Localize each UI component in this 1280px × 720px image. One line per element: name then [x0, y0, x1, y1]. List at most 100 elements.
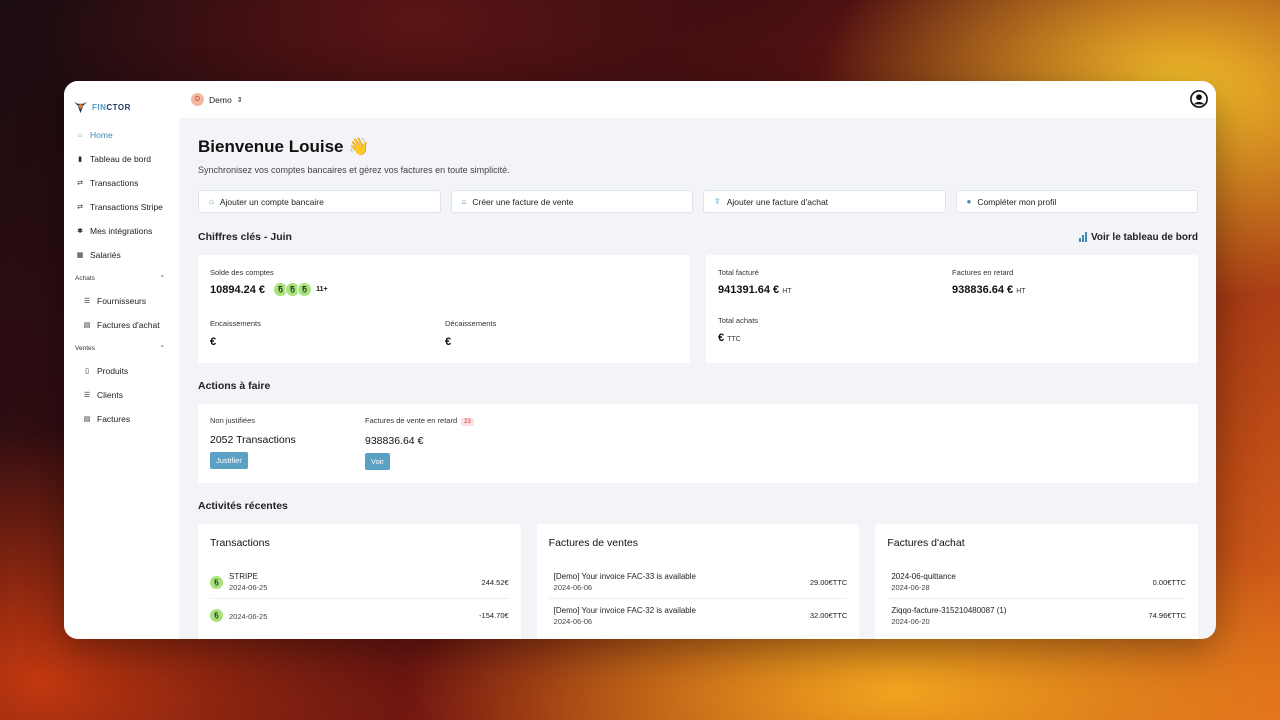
item-amount: 32.00€TTC: [809, 611, 848, 620]
list-icon: ☰: [83, 298, 91, 305]
view-button[interactable]: Voir: [365, 453, 390, 470]
sidebar-item-factures-achat[interactable]: ▤ Factures d'achat: [64, 313, 179, 337]
recent-purchases-list: 2024-06-quittance 2024-06-28 0.00€TTC Zi…: [887, 566, 1187, 632]
list-item[interactable]: 2024-06-quittance 2024-06-28 0.00€TTC: [887, 566, 1187, 599]
add-bank-account-button[interactable]: ⌂ Ajouter un compte bancaire: [198, 190, 441, 213]
item-name: 2024-06-quittance: [891, 572, 956, 581]
list-item-text: [Demo] Your invoice FAC-32 is available …: [549, 606, 696, 626]
sidebar-item-label: Clients: [97, 390, 123, 400]
logo[interactable]: FINCTOR: [64, 81, 179, 121]
actions-title: Actions à faire: [198, 380, 271, 392]
list-item[interactable]: [Demo] Your invoice FAC-32 is available …: [549, 599, 848, 632]
section-label: Achats: [75, 274, 95, 282]
list-item-text: Ziqqo-facture-315210480087 (1) 2024-06-2…: [887, 606, 1006, 626]
document-icon: ▤: [83, 322, 91, 329]
item-name: [Demo] Your invoice FAC-32 is available: [553, 605, 696, 615]
sidebar-item-salaries[interactable]: ▦ Salariés: [64, 243, 179, 267]
list-item[interactable]: Ҕ STRIPE 2024-06-25 244.52€: [210, 566, 509, 599]
recent-header: Activités récentes: [198, 499, 1198, 513]
section-label: Ventes: [75, 344, 95, 352]
bank-badges[interactable]: Ҕ Ҕ Ҕ 11+: [273, 282, 330, 297]
sidebar-item-transactions[interactable]: ⇄ Transactions: [64, 171, 179, 195]
sidebar-item-label: Factures d'achat: [97, 320, 160, 330]
quick-actions: ⌂ Ajouter un compte bancaire ⌂ Créer une…: [198, 190, 1198, 213]
list-item-text: [Demo] Your invoice FAC-33 is available …: [549, 572, 696, 592]
org-switcher[interactable]: D Demo ⇕: [191, 93, 243, 106]
total-invoiced-unit: HT: [782, 288, 792, 295]
actions-header: Actions à faire: [198, 379, 1198, 393]
late-count-badge: 23: [461, 418, 474, 426]
chevron-updown-icon: ⇕: [236, 96, 243, 104]
complete-profile-button[interactable]: ● Compléter mon profil: [955, 190, 1198, 213]
sidebar-item-transactions-stripe[interactable]: ⇄ Transactions Stripe: [64, 195, 179, 219]
list-item-text: 2024-06-25: [229, 610, 267, 621]
home-icon: ⌂: [77, 131, 83, 139]
user-icon: ●: [966, 197, 972, 206]
item-amount: 244.52€: [481, 577, 509, 587]
decaissements-label: Décaissements: [445, 319, 497, 328]
sidebar-item-home[interactable]: ⌂ Home: [64, 123, 179, 147]
actions-card: Non justifiées 2052 Transactions Justifi…: [198, 404, 1198, 483]
late-invoices-label: Factures en retard: [952, 268, 1014, 277]
create-sales-invoice-button[interactable]: ⌂ Créer une facture de vente: [450, 190, 693, 213]
balance-value: 10894.24 €: [210, 283, 266, 296]
topbar: D Demo ⇕: [179, 81, 1216, 118]
item-name: STRIPE: [229, 572, 258, 581]
page-title: Bienvenue Louise 👋: [198, 137, 370, 156]
late-invoices-value-row: 938836.64 € HT: [952, 284, 1026, 296]
transactions-icon: ⇄: [77, 180, 83, 187]
user-account-icon[interactable]: [1190, 90, 1208, 108]
sidebar: FINCTOR ⌂ Home ▮ Tableau de bord ⇄ Trans…: [64, 81, 179, 639]
sidebar-item-label: Salariés: [90, 250, 121, 260]
sidebar-item-factures[interactable]: ▤ Factures: [64, 407, 179, 431]
kpi-row: Solde des comptes 10894.24 € Ҕ Ҕ Ҕ 11+ E…: [198, 255, 1198, 363]
sidebar-item-label: Produits: [97, 366, 129, 376]
list-item[interactable]: Ҕ 2024-06-25 -154.70€: [210, 599, 509, 632]
kpi-title: Chiffres clés - Juin: [198, 231, 292, 243]
total-purchases-value: €: [718, 332, 725, 344]
invoices-card: Total facturé 941391.64 € HT Factures en…: [706, 255, 1198, 363]
total-invoiced-value-row: 941391.64 € HT: [718, 284, 792, 296]
add-purchase-invoice-button[interactable]: ⇪ Ajouter une facture d'achat: [703, 190, 946, 213]
sidebar-item-fournisseurs[interactable]: ☰ Fournisseurs: [64, 289, 179, 313]
org-name: Demo: [209, 94, 232, 105]
item-date: 2024-06-06: [553, 583, 593, 592]
encaissements-value: €: [210, 336, 217, 348]
late-sales-value: 938836.64 €: [365, 435, 424, 447]
bank-more-count: 11+: [314, 284, 330, 295]
recent-activity-row: Transactions Ҕ STRIPE 2024-06-25 244.52€: [198, 524, 1198, 639]
sidebar-section-achats[interactable]: Achats ⌃: [64, 267, 179, 289]
document-icon: ▤: [83, 416, 91, 423]
bank-icon: ⌂: [209, 197, 214, 206]
recent-purchases-title: Factures d'achat: [887, 537, 965, 549]
item-amount: -154.70€: [479, 611, 509, 620]
total-purchases-value-row: € TTC: [718, 332, 758, 344]
recent-sales-invoices-card: Factures de ventes [Demo] Your invoice F…: [536, 524, 860, 639]
list-item[interactable]: [Demo] Your invoice FAC-33 is available …: [548, 566, 848, 599]
item-amount: 74.96€TTC: [1148, 611, 1187, 620]
sidebar-item-clients[interactable]: ☰ Clients: [64, 383, 179, 407]
list-item-left: Ҕ STRIPE 2024-06-25: [210, 572, 267, 592]
kpi-header: Chiffres clés - Juin Voir le tableau de …: [198, 230, 1198, 244]
justify-button[interactable]: Justifier: [210, 452, 248, 469]
sidebar-item-label: Mes intégrations: [90, 226, 153, 236]
bank-icon: ⌂: [461, 197, 467, 206]
sidebar-item-dashboard[interactable]: ▮ Tableau de bord: [64, 147, 179, 171]
view-dashboard-label: Voir le tableau de bord: [1090, 231, 1198, 243]
page-subtitle: Synchronisez vos comptes bancaires et gé…: [198, 165, 510, 175]
list-item[interactable]: Ziqqo-facture-315210480087 (1) 2024-06-2…: [887, 599, 1186, 632]
item-name: [Demo] Your invoice FAC-33 is available: [553, 572, 696, 581]
sidebar-item-produits[interactable]: ▯ Produits: [64, 359, 179, 383]
sidebar-item-integrations[interactable]: ✱ Mes intégrations: [64, 219, 179, 243]
recent-sales-list: [Demo] Your invoice FAC-33 is available …: [548, 566, 848, 632]
recent-transactions-card: Transactions Ҕ STRIPE 2024-06-25 244.52€: [198, 524, 521, 639]
app-window: FINCTOR ⌂ Home ▮ Tableau de bord ⇄ Trans…: [64, 81, 1216, 639]
transactions-icon: ⇄: [77, 204, 83, 211]
chevron-up-icon: ⌃: [159, 275, 165, 282]
unjustified-label: Non justifiées: [210, 416, 256, 425]
view-dashboard-link[interactable]: Voir le tableau de bord: [1078, 231, 1198, 243]
sidebar-item-label: Fournisseurs: [97, 296, 147, 306]
total-invoiced-label: Total facturé: [718, 268, 759, 277]
sidebar-nav: ⌂ Home ▮ Tableau de bord ⇄ Transactions …: [64, 121, 179, 431]
sidebar-section-ventes[interactable]: Ventes ⌃: [64, 337, 179, 359]
